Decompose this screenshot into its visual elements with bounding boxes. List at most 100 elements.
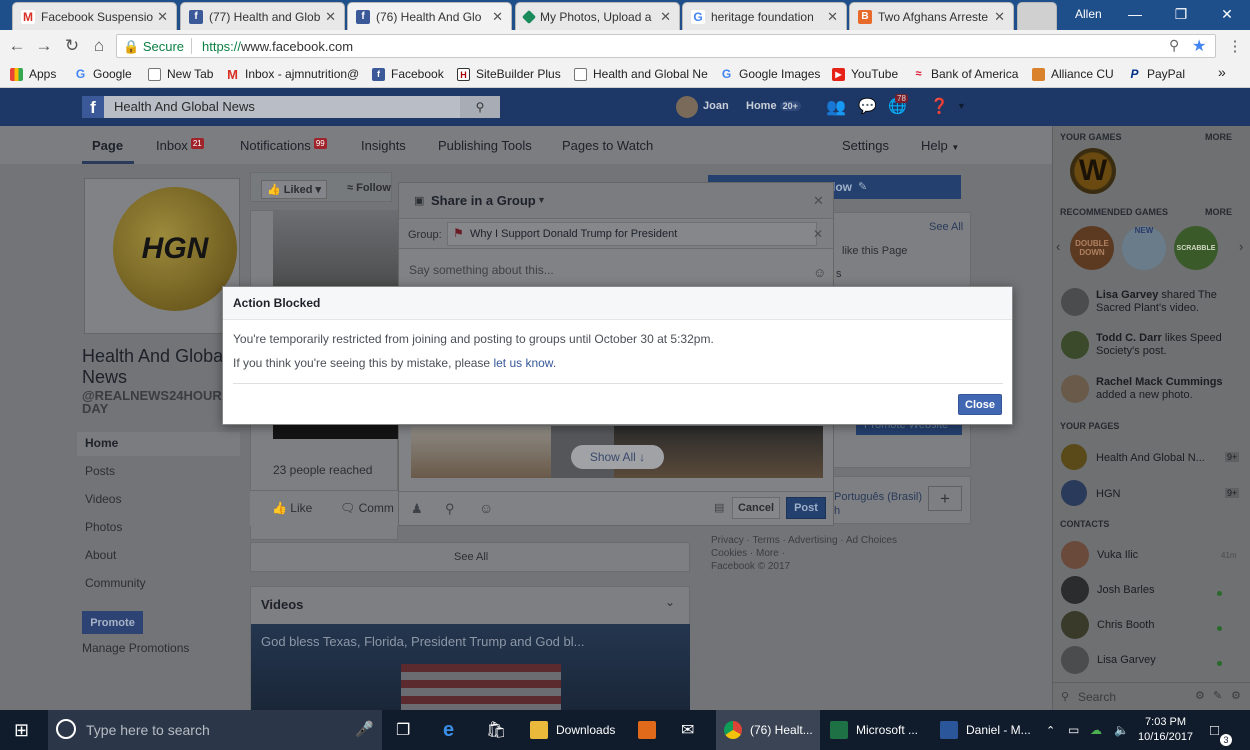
contact-name[interactable]: Lisa Garvey xyxy=(1097,654,1156,666)
page-avatar[interactable] xyxy=(1061,480,1087,506)
network-icon[interactable]: ▭ xyxy=(1068,710,1079,750)
search-icon[interactable]: ⚲ xyxy=(460,96,500,118)
bookmark-bank-of-america[interactable]: ≈ Bank of America xyxy=(912,67,1018,81)
contact-name[interactable]: Vuka Ilic xyxy=(1097,549,1138,561)
bookmark-google-images[interactable]: G Google Images xyxy=(720,67,821,81)
show-all-button[interactable]: Show All ↓ xyxy=(571,445,664,469)
tab-insights[interactable]: Insights xyxy=(361,138,406,153)
share-comment-input[interactable]: Say something about this... xyxy=(409,263,554,277)
like-button[interactable]: 👍 Like xyxy=(272,501,312,515)
microphone-icon[interactable]: 🎤 xyxy=(355,720,374,738)
your-page-hgn[interactable]: HGN xyxy=(1096,488,1120,500)
chevron-left-icon[interactable]: ‹ xyxy=(1056,239,1060,254)
activity-item[interactable]: Lisa Garvey shared The Sacred Plant's vid… xyxy=(1096,289,1246,315)
tab-inbox[interactable]: Inbox 21 xyxy=(156,138,204,153)
liked-button[interactable]: 👍 Liked ▾ xyxy=(261,180,328,199)
language-link-2[interactable]: h xyxy=(834,505,840,517)
tab-publishing-tools[interactable]: Publishing Tools xyxy=(438,138,532,153)
windows-start-icon[interactable]: ⊞ xyxy=(14,710,29,750)
emoji-icon[interactable]: ☺ xyxy=(813,265,826,280)
scrabble-game-icon[interactable]: SCRABBLE xyxy=(1174,226,1218,270)
bookmark-inbox[interactable]: M Inbox - ajmnutrition@ xyxy=(226,67,359,81)
window-close-icon[interactable]: ✕ xyxy=(1204,0,1250,28)
chevron-right-icon[interactable]: › xyxy=(1239,239,1243,254)
profile-link[interactable]: Joan xyxy=(703,100,729,112)
chevron-down-icon[interactable]: ▼ xyxy=(537,195,546,205)
messages-icon[interactable]: 💬 xyxy=(858,97,877,115)
remove-group-icon[interactable]: ✕ xyxy=(813,227,823,241)
avatar[interactable] xyxy=(1061,331,1089,359)
bookmark-alliance-cu[interactable]: Alliance CU xyxy=(1032,67,1114,81)
left-nav-home[interactable]: Home xyxy=(85,436,118,450)
footer-links-line1[interactable]: Privacy · Terms · Advertising · Ad Choic… xyxy=(711,534,897,547)
action-center-icon[interactable]: □ xyxy=(1210,710,1219,750)
taskbar-app-excel[interactable]: Microsoft ... xyxy=(830,710,918,750)
bookmark-facebook[interactable]: f Facebook xyxy=(372,67,444,81)
avatar[interactable] xyxy=(1061,375,1089,403)
avatar[interactable] xyxy=(1061,288,1089,316)
share-title[interactable]: Share in a Group xyxy=(431,193,536,208)
group-selector[interactable]: ⚑ Why I Support Donald Trump for Preside… xyxy=(447,222,817,246)
bookmark-new-tab[interactable]: New Tab xyxy=(148,67,213,81)
browser-tab-2[interactable]: f (77) Health and Glob ✕ xyxy=(180,2,345,30)
your-page-hgn-news[interactable]: Health And Global N... xyxy=(1096,452,1205,464)
compose-icon[interactable]: ✎ xyxy=(1213,689,1222,702)
tab-settings[interactable]: Settings xyxy=(842,138,889,153)
restore-icon[interactable]: ❐ xyxy=(1158,0,1204,28)
bookmark-paypal[interactable]: P PayPal xyxy=(1128,67,1185,81)
close-icon[interactable]: ✕ xyxy=(813,193,824,209)
promote-button[interactable]: Promote xyxy=(82,611,143,634)
volume-icon[interactable]: 🔈 xyxy=(1114,710,1129,750)
facebook-search-input[interactable]: Health And Global News ⚲ xyxy=(82,96,500,118)
activity-item[interactable]: Todd C. Darr likes Speed Society's post. xyxy=(1096,332,1246,358)
settings-icon[interactable]: ⚙ xyxy=(1231,689,1241,702)
see-all-link[interactable]: See All xyxy=(454,551,488,563)
bookmark-sitebuilder[interactable]: H SiteBuilder Plus xyxy=(457,67,561,81)
contact-name[interactable]: Josh Barles xyxy=(1097,584,1154,596)
tag-people-icon[interactable]: ♟ xyxy=(411,501,423,517)
zoom-icon[interactable]: ⚲ xyxy=(1169,37,1179,54)
left-nav-posts[interactable]: Posts xyxy=(85,464,115,478)
edge-icon[interactable]: e xyxy=(443,710,454,750)
left-nav-photos[interactable]: Photos xyxy=(85,520,122,534)
left-nav-videos[interactable]: Videos xyxy=(85,492,121,506)
bookmark-star-icon[interactable]: ★ xyxy=(1192,36,1206,56)
back-arrow-icon[interactable]: ← xyxy=(6,35,28,57)
browser-tab-5[interactable]: G heritage foundation ✕ xyxy=(682,2,847,30)
bookmark-google[interactable]: G Google xyxy=(74,67,132,81)
avatar[interactable] xyxy=(1061,611,1089,639)
comment-button[interactable]: 🗨 Comm xyxy=(340,501,394,515)
menu-dots-icon[interactable]: ⋮ xyxy=(1224,35,1246,57)
browser-tab-6[interactable]: B Two Afghans Arreste ✕ xyxy=(849,2,1014,30)
reload-icon[interactable]: ↻ xyxy=(61,35,83,57)
left-nav-community[interactable]: Community xyxy=(85,576,146,590)
address-bar[interactable]: 🔒 Secure https://www.facebook.com ⚲ ★ xyxy=(116,34,1216,58)
secure-indicator[interactable]: 🔒 Secure xyxy=(123,39,184,55)
words-game-icon[interactable]: W xyxy=(1070,148,1116,194)
activity-item[interactable]: Rachel Mack Cummings added a new photo. xyxy=(1096,376,1246,402)
close-icon[interactable]: ✕ xyxy=(994,9,1005,25)
page-avatar[interactable] xyxy=(1061,444,1087,470)
close-icon[interactable]: ✕ xyxy=(157,9,168,25)
taskbar-app-word[interactable]: Daniel - M... xyxy=(940,710,1031,750)
account-menu-icon[interactable]: ▼ xyxy=(957,101,966,111)
add-language-button[interactable]: + xyxy=(928,486,962,511)
store-icon[interactable]: 🛍 xyxy=(486,710,506,750)
bookmark-apps[interactable]: Apps xyxy=(10,67,56,81)
taskbar-app-chrome[interactable]: (76) Healt... xyxy=(716,710,820,750)
doubledown-game-icon[interactable]: DOUBLE DOWN xyxy=(1070,226,1114,270)
feeling-icon[interactable]: ☺ xyxy=(479,500,493,516)
close-button[interactable]: Close xyxy=(958,394,1002,415)
friend-requests-icon[interactable]: 👥 xyxy=(826,97,846,117)
browser-tab-1[interactable]: M Facebook Suspensio ✕ xyxy=(12,2,177,30)
language-link[interactable]: Português (Brasil) xyxy=(834,491,922,503)
mail-icon[interactable]: ✉ xyxy=(681,710,694,750)
media-player-icon[interactable] xyxy=(638,710,664,750)
more-link[interactable]: MORE xyxy=(1205,132,1232,142)
gear-icon[interactable]: ⚙ xyxy=(1195,689,1205,702)
minimize-icon[interactable]: — xyxy=(1112,0,1158,28)
avatar[interactable] xyxy=(676,96,698,118)
video-thumbnail[interactable]: God bless Texas, Florida, President Trum… xyxy=(251,624,690,711)
more-bookmarks-chevron[interactable]: » xyxy=(1218,64,1226,80)
facebook-logo-icon[interactable]: f xyxy=(82,96,104,118)
